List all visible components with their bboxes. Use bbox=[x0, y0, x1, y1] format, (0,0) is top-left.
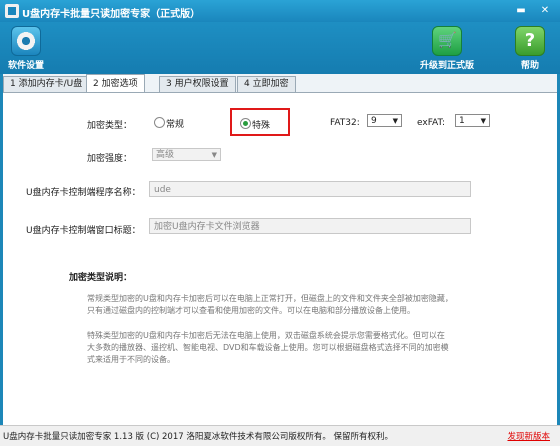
tab-bar: 1 添加内存卡/U盘 2 加密选项 3 用户权限设置 4 立即加密 bbox=[3, 74, 557, 93]
encryption-type-label: 加密类型： bbox=[87, 121, 133, 131]
chevron-down-icon: ▼ bbox=[480, 117, 486, 125]
strength-label: 加密强度： bbox=[87, 154, 133, 164]
tab-user-permissions[interactable]: 3 用户权限设置 bbox=[159, 76, 236, 92]
special-line-1: 特殊类型加密的U盘和内存卡加密后无法在电脑上使用，双击磁盘系统会提示您需要格式化… bbox=[87, 331, 445, 340]
program-name-label: U盘内存卡控制端程序名称： bbox=[26, 188, 141, 198]
minimize-button[interactable]: ▬ bbox=[514, 5, 528, 17]
settings-button[interactable]: 软件设置 bbox=[8, 26, 44, 71]
exfat-value: 1 bbox=[459, 116, 465, 126]
fat32-label: FAT32: bbox=[330, 118, 360, 128]
normal-line-1: 常规类型加密的U盘和内存卡加密后可以在电脑上正常打开，但磁盘上的文件和文件夹全部… bbox=[87, 294, 453, 303]
copyright-text: U盘内存卡批量只读加密专家 1.13 版 (C) 2017 洛阳夏冰软件技术有限… bbox=[3, 432, 394, 442]
fat32-select[interactable]: 9 ▼ bbox=[367, 114, 402, 127]
cart-icon bbox=[432, 26, 462, 56]
app-window: U盘内存卡批量只读加密专家（正式版） ▬ ✕ 软件设置 升级到正式版 ? 帮助 … bbox=[0, 0, 560, 446]
tab-encrypt-now[interactable]: 4 立即加密 bbox=[237, 76, 296, 92]
upgrade-button[interactable]: 升级到正式版 bbox=[420, 26, 474, 71]
radio-normal[interactable] bbox=[154, 117, 165, 128]
description-heading: 加密类型说明： bbox=[69, 273, 133, 283]
strength-select[interactable]: 高级 ▼ bbox=[152, 148, 221, 161]
exfat-label: exFAT: bbox=[417, 118, 446, 128]
encryption-options-panel: 加密类型： 常规 特殊 FAT32: 9 ▼ exFAT: 1 ▼ 加密强度： … bbox=[3, 92, 557, 426]
title-bar: U盘内存卡批量只读加密专家（正式版） ▬ ✕ bbox=[0, 0, 560, 22]
close-button[interactable]: ✕ bbox=[538, 5, 552, 17]
normal-description: 常规类型加密的U盘和内存卡加密后可以在电脑上正常打开，但磁盘上的文件和文件夹全部… bbox=[87, 293, 453, 317]
program-name-field[interactable]: ude bbox=[149, 181, 471, 197]
special-line-3: 式来适用于不同的设备。 bbox=[87, 355, 175, 364]
chevron-down-icon: ▼ bbox=[392, 117, 398, 125]
special-description: 特殊类型加密的U盘和内存卡加密后无法在电脑上使用，双击磁盘系统会提示您需要格式化… bbox=[87, 330, 449, 366]
help-icon: ? bbox=[515, 26, 545, 56]
window-title-field[interactable]: 加密U盘内存卡文件浏览器 bbox=[149, 218, 471, 234]
help-label: 帮助 bbox=[520, 61, 539, 71]
exfat-select[interactable]: 1 ▼ bbox=[455, 114, 490, 127]
settings-label: 软件设置 bbox=[8, 61, 45, 71]
special-line-2: 大多数的播放器、遥控机、智能电视、DVD和车载设备上使用。您可以根据磁盘格式选择… bbox=[87, 343, 449, 352]
window-title: U盘内存卡批量只读加密专家（正式版） bbox=[22, 9, 201, 20]
chevron-down-icon: ▼ bbox=[211, 151, 217, 159]
window-title-label: U盘内存卡控制端窗口标题： bbox=[26, 226, 141, 236]
tab-encryption-options[interactable]: 2 加密选项 bbox=[86, 74, 145, 93]
tab-add-device[interactable]: 1 添加内存卡/U盘 bbox=[3, 76, 90, 92]
gear-icon bbox=[11, 26, 41, 56]
toolbar: 软件设置 升级到正式版 ? 帮助 bbox=[0, 22, 560, 74]
new-version-link[interactable]: 发现新版本 bbox=[507, 430, 550, 442]
fat32-value: 9 bbox=[371, 116, 377, 126]
normal-line-2: 只有通过磁盘内的控制端才可以查看和使用加密的文件。可以在电脑和部分播放设备上使用… bbox=[87, 306, 415, 315]
strength-value: 高级 bbox=[156, 150, 175, 160]
status-bar: U盘内存卡批量只读加密专家 1.13 版 (C) 2017 洛阳夏冰软件技术有限… bbox=[0, 425, 560, 446]
radio-special-label[interactable]: 特殊 bbox=[252, 118, 270, 131]
radio-special[interactable] bbox=[240, 118, 251, 129]
help-button[interactable]: ? 帮助 bbox=[515, 26, 545, 71]
upgrade-label: 升级到正式版 bbox=[420, 61, 475, 71]
radio-normal-label[interactable]: 常规 bbox=[166, 117, 184, 130]
app-icon bbox=[5, 4, 19, 18]
